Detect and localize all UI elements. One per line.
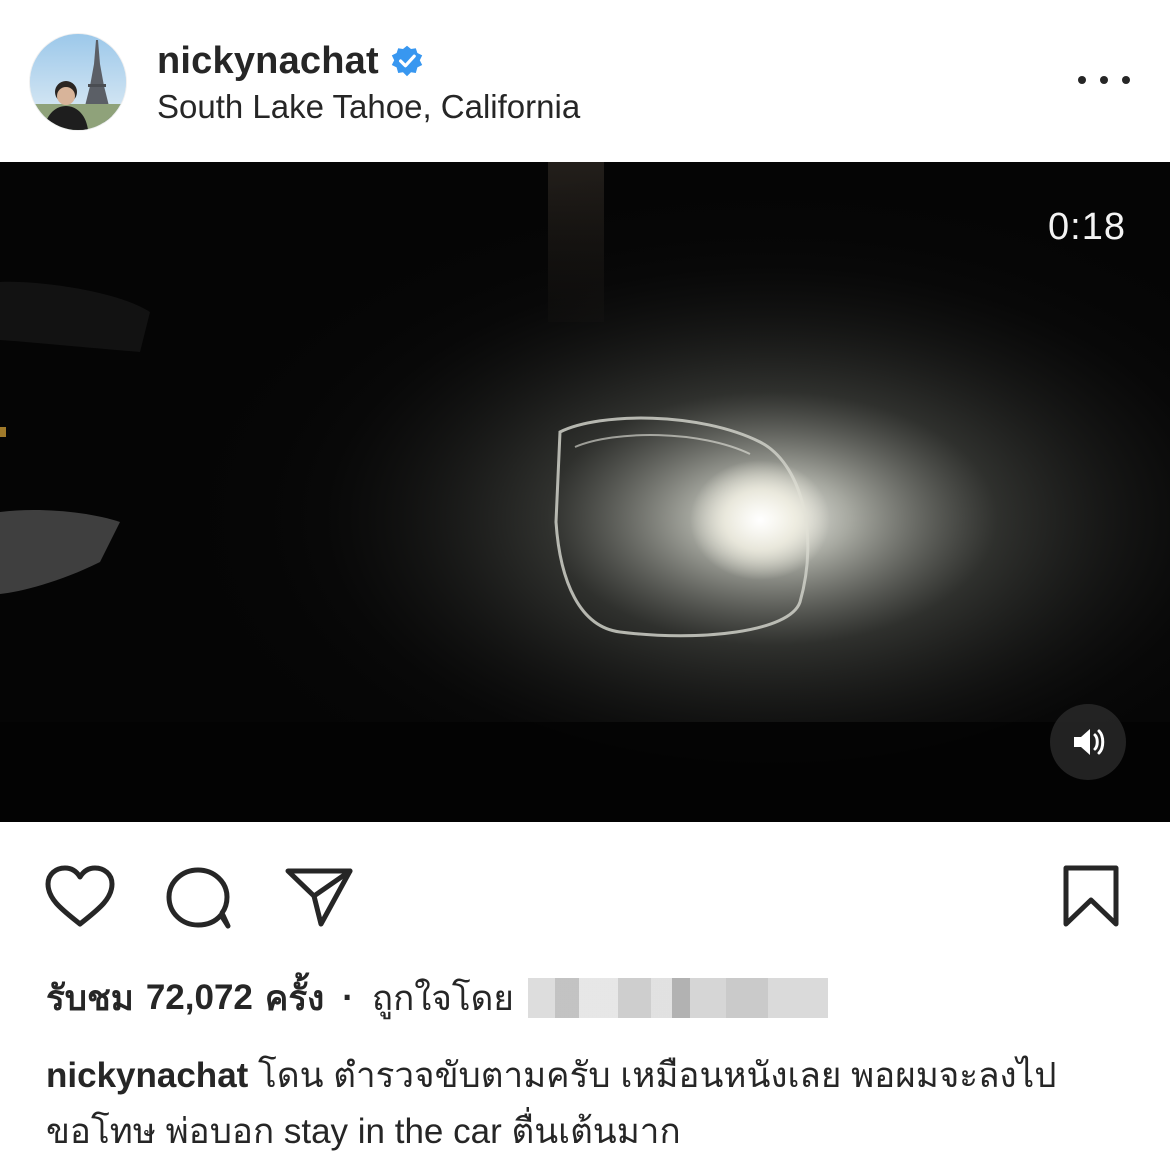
like-button[interactable]	[44, 864, 116, 928]
bookmark-icon	[1063, 865, 1119, 927]
more-options-button[interactable]	[1078, 64, 1130, 96]
save-button[interactable]	[1062, 864, 1120, 928]
share-button[interactable]	[284, 866, 354, 928]
post-caption: nickynachat โดน ตำรวจขับตามครับ เหมือนหน…	[46, 1048, 1136, 1160]
separator-dot: ·	[342, 978, 354, 1017]
instagram-post: nickynachat South Lake Tahoe, California	[0, 0, 1170, 1165]
post-header: nickynachat South Lake Tahoe, California	[0, 0, 1170, 162]
username-row: nickynachat	[157, 36, 423, 86]
verified-badge-icon	[391, 45, 423, 77]
post-location[interactable]: South Lake Tahoe, California	[157, 88, 580, 126]
comment-icon	[166, 867, 231, 929]
video-timer: 0:18	[1048, 206, 1126, 248]
liked-by-label: ถูกใจโดย	[371, 978, 514, 1018]
speaker-on-icon	[1074, 729, 1105, 755]
avatar[interactable]	[30, 34, 126, 130]
post-username[interactable]: nickynachat	[157, 40, 379, 83]
views-count[interactable]: 72,072	[146, 978, 253, 1018]
engagement-line: รับชม 72,072 ครั้ง · ถูกใจโดย	[46, 972, 828, 1024]
blurred-liker-name[interactable]	[527, 978, 828, 1018]
caption-username[interactable]: nickynachat	[46, 1056, 248, 1095]
sound-toggle-button[interactable]	[1050, 704, 1126, 780]
action-bar	[0, 822, 1170, 952]
views-prefix: รับชม	[46, 978, 134, 1018]
video-frame	[0, 162, 1170, 822]
views-suffix: ครั้ง	[264, 978, 325, 1018]
heart-icon	[45, 865, 115, 927]
post-video[interactable]: 0:18	[0, 162, 1170, 822]
more-horizontal-icon	[1078, 76, 1086, 84]
avatar-image	[30, 34, 126, 130]
comment-button[interactable]	[164, 866, 234, 930]
paper-plane-icon	[285, 868, 353, 927]
